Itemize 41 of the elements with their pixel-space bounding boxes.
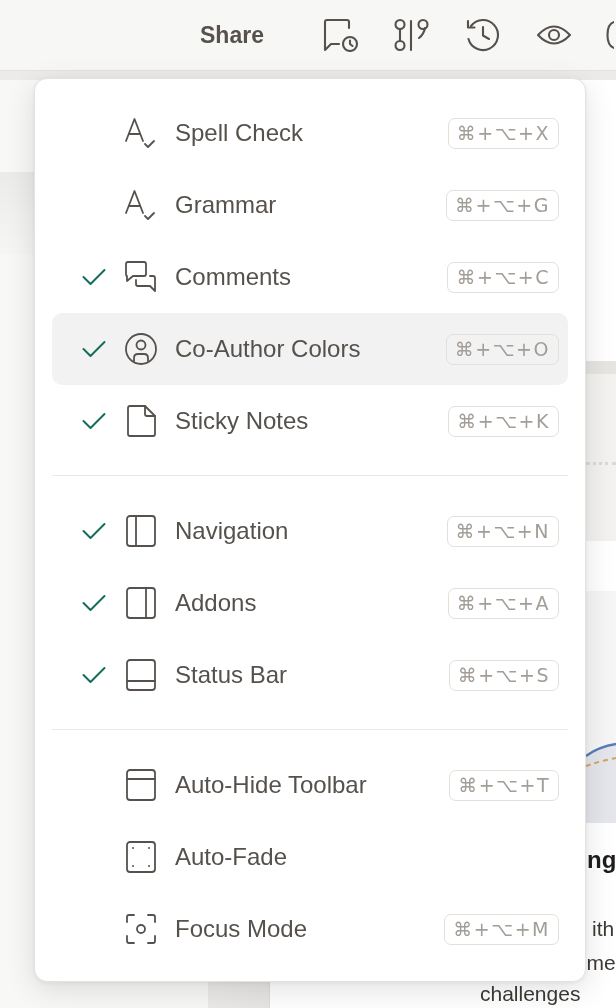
menu-item[interactable]: Navigation ⌘+⌥+N (52, 495, 568, 567)
keyboard-shortcut: ⌘+⌥+X (447, 117, 559, 149)
menu-item[interactable]: Addons ⌘+⌥+A (52, 567, 568, 639)
speech-bubbles-icon (124, 260, 158, 294)
paragraph-text: me (586, 950, 616, 976)
paragraph-text: ith (592, 916, 616, 942)
history-icon[interactable] (465, 18, 501, 52)
spellcheck-icon (124, 116, 158, 150)
left-panel-icon (124, 514, 158, 548)
heading-text: ng (587, 845, 616, 875)
keyboard-shortcut: ⌘+⌥+M (444, 913, 559, 945)
right-panel-icon (124, 586, 158, 620)
top-panel-icon (124, 768, 158, 802)
menu-item[interactable]: Sticky Notes ⌘+⌥+K (52, 385, 568, 457)
menu-item[interactable]: Spell Check ⌘+⌥+X (52, 97, 568, 169)
paragraph-text: challenges (480, 981, 582, 1007)
keyboard-shortcut: ⌘+⌥+C (447, 261, 559, 293)
spellcheck-icon (124, 188, 158, 222)
dotted-square-icon (124, 840, 158, 874)
menu-item[interactable]: Auto-Fade (52, 821, 568, 893)
menu-item[interactable]: Auto-Hide Toolbar ⌘+⌥+T (52, 749, 568, 821)
branch-icon[interactable] (394, 18, 430, 52)
menu-item[interactable]: Grammar ⌘+⌥+G (52, 169, 568, 241)
comment-clock-icon[interactable] (323, 18, 359, 52)
menu-item[interactable]: Status Bar ⌘+⌥+S (52, 639, 568, 711)
keyboard-shortcut: ⌘+⌥+K (448, 405, 559, 437)
keyboard-shortcut: ⌘+⌥+G (446, 189, 559, 221)
note-icon (124, 404, 158, 438)
menu-item[interactable]: Focus Mode ⌘+⌥+M (52, 893, 568, 965)
keyboard-shortcut: ⌘+⌥+O (445, 333, 559, 365)
keyboard-shortcut: ⌘+⌥+S (448, 659, 559, 691)
user-circle-icon (124, 332, 158, 366)
share-button[interactable]: Share (200, 21, 276, 49)
focus-frame-icon (124, 912, 158, 946)
eye-icon[interactable] (536, 23, 572, 47)
menu-item[interactable]: Co-Author Colors ⌘+⌥+O (52, 313, 568, 385)
bottom-panel-icon (124, 658, 158, 692)
keyboard-shortcut: ⌘+⌥+N (446, 515, 559, 547)
keyboard-shortcut: ⌘+⌥+T (449, 769, 559, 801)
menu-item[interactable]: Comments ⌘+⌥+C (52, 241, 568, 313)
keyboard-shortcut: ⌘+⌥+A (447, 587, 559, 619)
